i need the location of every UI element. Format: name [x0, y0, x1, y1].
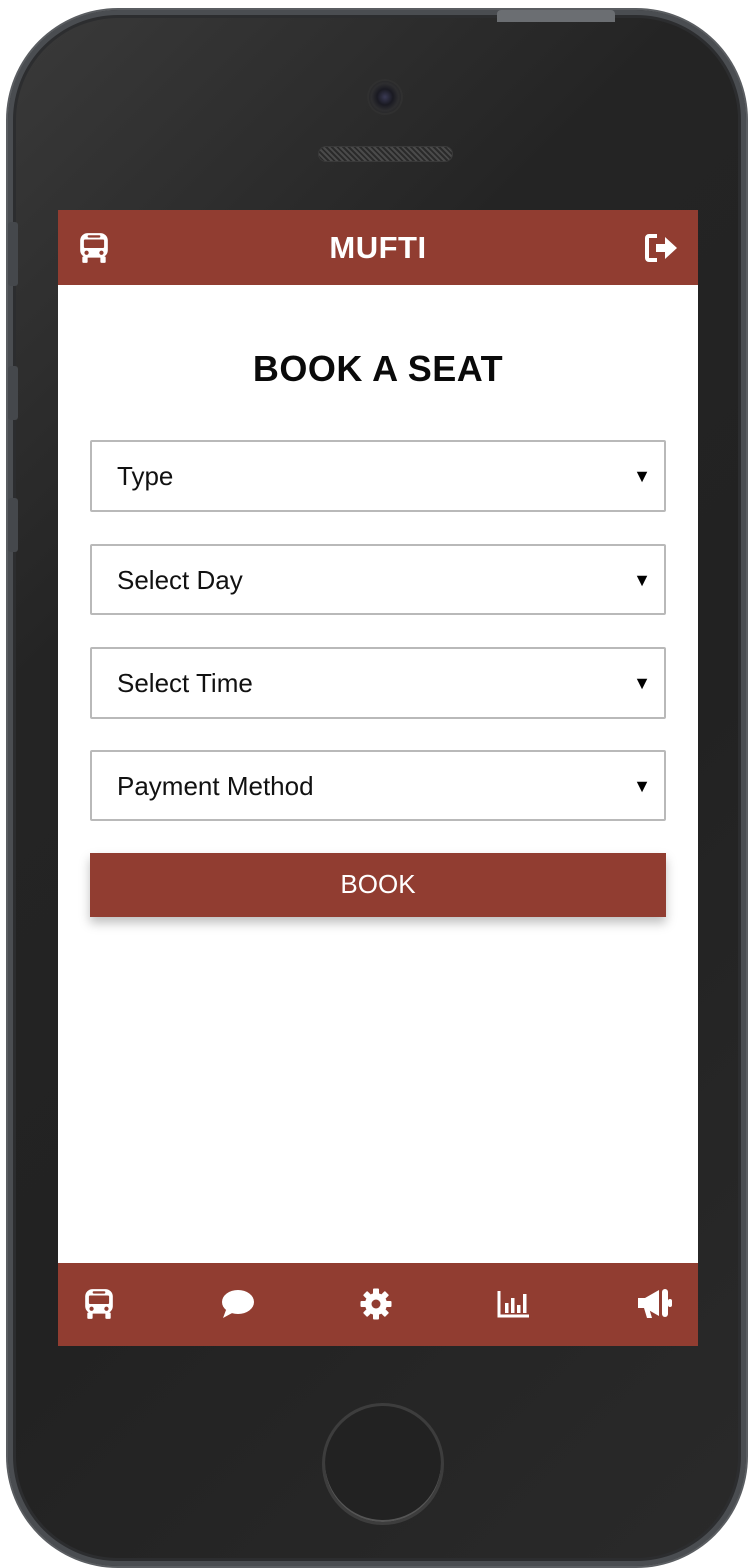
volume-down-button: [8, 498, 18, 552]
top-app-bar: MUFTI: [58, 210, 698, 285]
payment-method-select[interactable]: Payment Method ▼: [90, 750, 666, 821]
logout-icon[interactable]: [644, 230, 680, 266]
type-select[interactable]: Type ▼: [90, 440, 666, 512]
app-screen: MUFTI BOOK A SEAT Type ▼ Select Day ▼ Se…: [58, 210, 698, 1346]
book-button[interactable]: BOOK: [90, 853, 666, 917]
mute-switch: [8, 222, 18, 286]
bottom-nav-bar: [58, 1263, 698, 1346]
chart-icon[interactable]: [494, 1284, 534, 1324]
chevron-down-icon: ▼: [633, 466, 651, 486]
gear-icon[interactable]: [356, 1284, 396, 1324]
payment-select-value: Payment Method: [117, 771, 314, 801]
chevron-down-icon: ▼: [633, 673, 651, 693]
chat-icon[interactable]: [218, 1284, 258, 1324]
day-select-value: Select Day: [117, 565, 243, 595]
home-button[interactable]: [322, 1403, 444, 1525]
front-camera: [369, 81, 401, 113]
bus-icon[interactable]: [79, 1284, 119, 1324]
power-button: [497, 10, 615, 22]
time-select-value: Select Time: [117, 668, 253, 698]
chevron-down-icon: ▼: [633, 776, 651, 796]
volume-up-button: [8, 366, 18, 420]
megaphone-icon[interactable]: [634, 1284, 674, 1324]
app-title: MUFTI: [329, 230, 427, 265]
page-heading: BOOK A SEAT: [252, 348, 504, 389]
earpiece-speaker: [319, 147, 452, 161]
type-select-value: Type: [117, 461, 174, 491]
time-select[interactable]: Select Time ▼: [90, 647, 666, 719]
chevron-down-icon: ▼: [633, 570, 651, 590]
day-select[interactable]: Select Day ▼: [90, 544, 666, 615]
